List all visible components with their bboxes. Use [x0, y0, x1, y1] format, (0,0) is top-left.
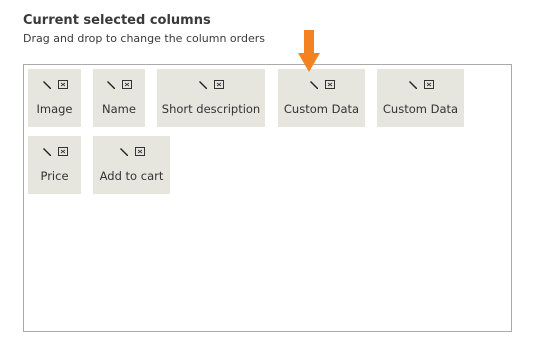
- remove-icon[interactable]: [134, 147, 145, 156]
- pencil-icon[interactable]: [119, 147, 129, 157]
- remove-icon[interactable]: [57, 80, 68, 89]
- pencil-icon[interactable]: [309, 80, 319, 90]
- pencil-icon[interactable]: [106, 80, 116, 90]
- column-label: Name: [102, 102, 136, 116]
- column-card-price[interactable]: Price: [28, 136, 81, 194]
- column-label: Short description: [161, 102, 261, 116]
- column-card-add-to-cart[interactable]: Add to cart: [93, 136, 170, 194]
- remove-icon[interactable]: [423, 80, 434, 89]
- column-card-name[interactable]: Name: [93, 69, 145, 127]
- column-label: Price: [40, 169, 69, 183]
- column-label: Add to cart: [99, 169, 164, 183]
- section-subtitle: Drag and drop to change the column order…: [23, 32, 265, 45]
- column-card-short-description[interactable]: Short description: [157, 69, 265, 127]
- remove-icon[interactable]: [57, 147, 68, 156]
- column-label: Image: [36, 102, 73, 116]
- remove-icon[interactable]: [122, 80, 132, 89]
- column-label: Custom Data: [382, 102, 459, 116]
- pencil-icon[interactable]: [42, 147, 52, 157]
- remove-icon[interactable]: [324, 80, 335, 89]
- column-label: Custom Data: [283, 102, 360, 116]
- column-card-custom-data-1[interactable]: Custom Data: [278, 69, 365, 127]
- selected-columns-area[interactable]: Image Name Short description Custom Data…: [23, 64, 512, 332]
- remove-icon[interactable]: [214, 80, 224, 89]
- pencil-icon[interactable]: [198, 80, 208, 90]
- arrow-down-icon: [298, 30, 320, 72]
- column-card-custom-data-2[interactable]: Custom Data: [377, 69, 464, 127]
- pencil-icon[interactable]: [42, 80, 52, 90]
- column-card-image[interactable]: Image: [28, 69, 81, 127]
- pencil-icon[interactable]: [408, 80, 418, 90]
- section-title: Current selected columns: [23, 13, 211, 28]
